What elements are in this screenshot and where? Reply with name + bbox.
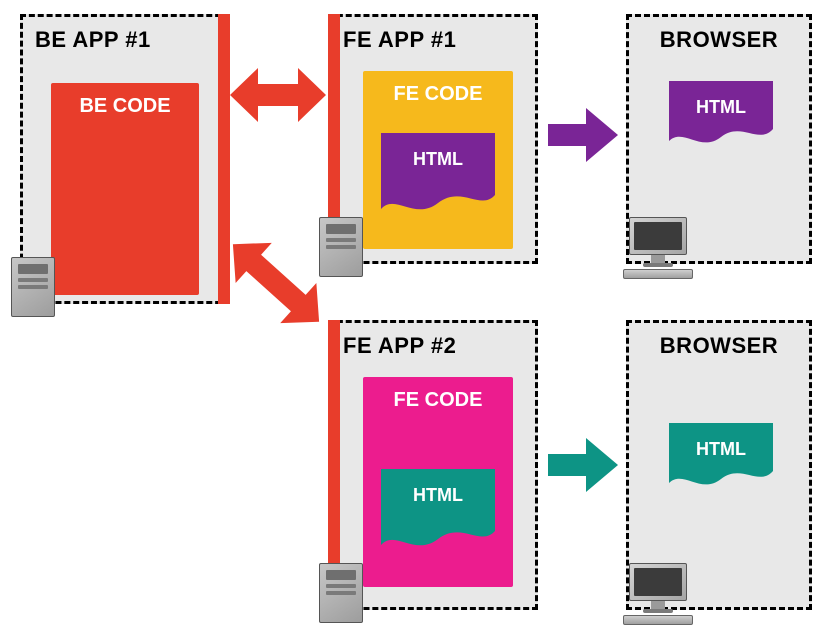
fe-code-1-block: FE CODE HTML <box>363 71 513 249</box>
fe-app-2-html-label: HTML <box>381 485 495 506</box>
arrow-right-icon <box>548 108 618 162</box>
browser-1-box: BROWSER HTML <box>626 14 812 264</box>
fe-app-1-html-label: HTML <box>381 149 495 170</box>
fe-app-1-title: FE APP #1 <box>343 27 523 53</box>
fe-app-2-html-shape: HTML <box>381 469 495 569</box>
arrow-right-icon <box>548 438 618 492</box>
server-icon <box>319 563 367 627</box>
fe-code-2-label: FE CODE <box>363 389 513 412</box>
be-app-title: BE APP #1 <box>35 27 215 53</box>
be-code-label: BE CODE <box>51 95 199 118</box>
browser-2-html-shape: HTML <box>669 423 773 503</box>
double-arrow-icon <box>230 60 326 130</box>
browser-2-html-label: HTML <box>669 439 773 460</box>
fe-code-1-label: FE CODE <box>363 83 513 106</box>
be-app-box: BE APP #1 BE CODE <box>20 14 230 304</box>
computer-icon <box>623 217 693 279</box>
browser-1-html-label: HTML <box>669 97 773 118</box>
fe-code-2-block: FE CODE HTML <box>363 377 513 587</box>
fe-app-1-box: FE APP #1 FE CODE HTML <box>328 14 538 264</box>
fe-app-2-title: FE APP #2 <box>343 333 523 359</box>
double-arrow-diagonal-icon <box>216 218 336 348</box>
browser-2-box: BROWSER HTML <box>626 320 812 610</box>
be-code-block: BE CODE <box>51 83 199 295</box>
server-icon <box>11 257 59 321</box>
browser-1-title: BROWSER <box>641 27 797 53</box>
browser-1-html-shape: HTML <box>669 81 773 161</box>
computer-icon <box>623 563 693 625</box>
fe-app-2-box: FE APP #2 FE CODE HTML <box>328 320 538 610</box>
fe-app-1-html-shape: HTML <box>381 133 495 233</box>
browser-2-title: BROWSER <box>641 333 797 359</box>
